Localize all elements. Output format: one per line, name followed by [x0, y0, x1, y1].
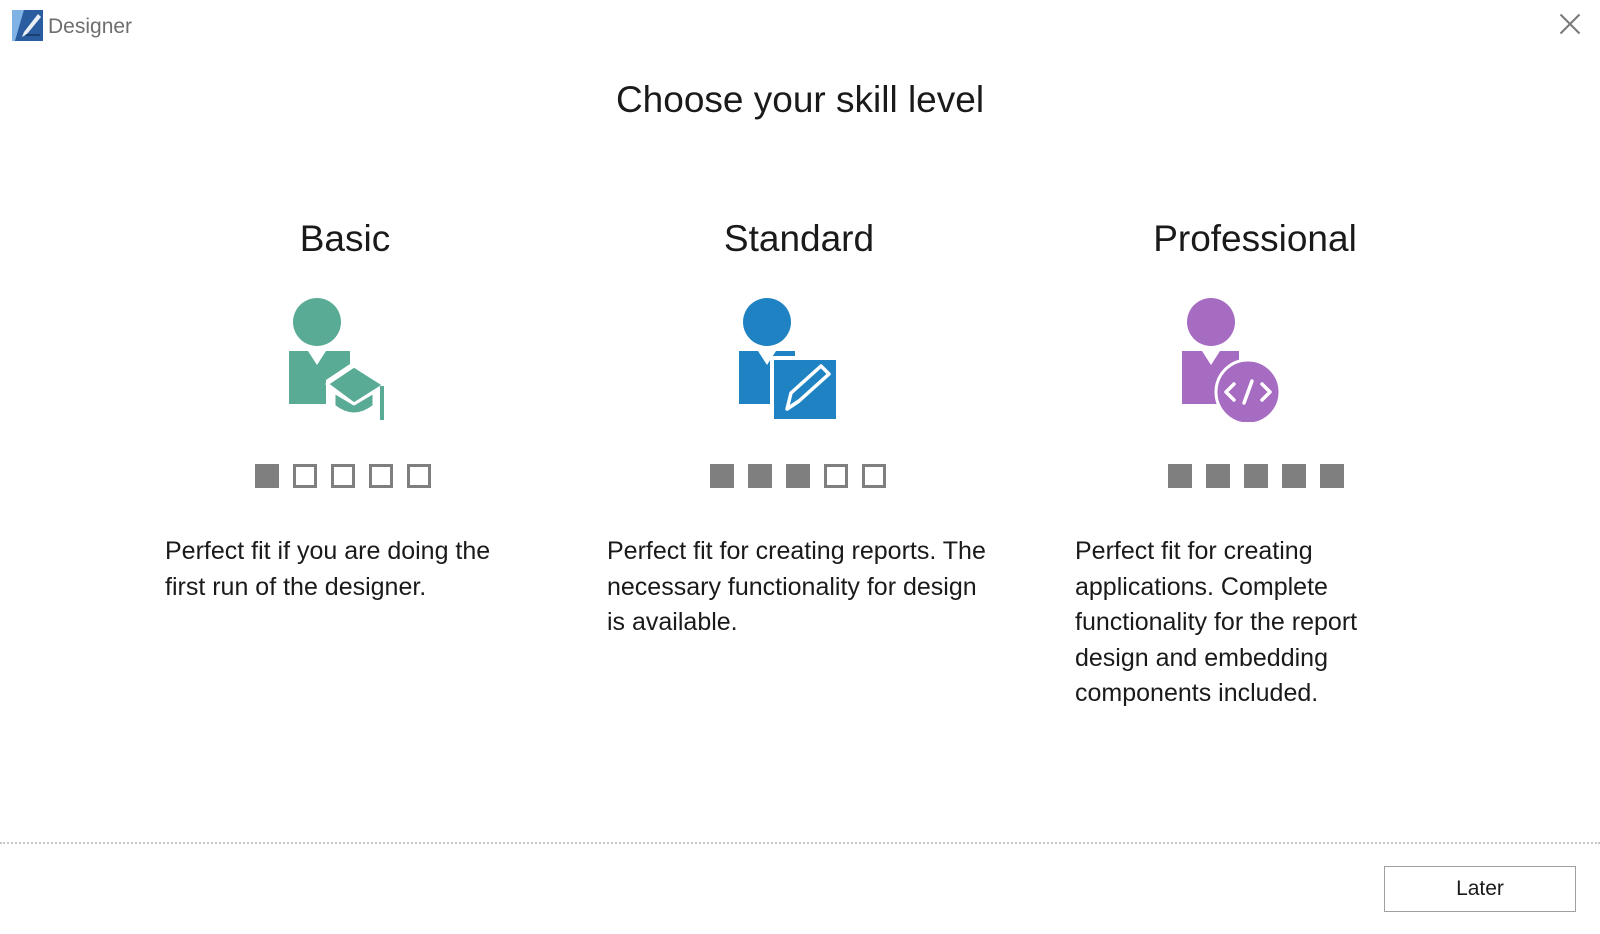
level-indicator: [710, 464, 886, 488]
skill-card-title: Basic: [299, 218, 391, 259]
close-icon: [1559, 13, 1581, 40]
page-title: Choose your skill level: [615, 79, 985, 120]
level-box: [1244, 464, 1268, 488]
level-box: [862, 464, 886, 488]
level-box: [407, 464, 431, 488]
level-box: [255, 464, 279, 488]
footer-divider: [0, 842, 1600, 844]
skill-card-description: Perfect fit for creating applications. C…: [1075, 537, 1358, 707]
level-box: [331, 464, 355, 488]
level-box: [824, 464, 848, 488]
level-box: [369, 464, 393, 488]
skill-card-description: Perfect fit for creating reports. The ne…: [607, 537, 986, 636]
graduation-cap-user-icon: [288, 298, 388, 422]
skill-card-professional[interactable]: Professional Perfect fit for creating ap…: [1045, 210, 1465, 750]
level-box: [1320, 464, 1344, 488]
skill-card-description: Perfect fit if you are doing the first r…: [165, 537, 491, 601]
level-box: [748, 464, 772, 488]
level-indicator: [255, 464, 431, 488]
close-button[interactable]: [1552, 8, 1588, 44]
level-box: [1168, 464, 1192, 488]
level-box: [786, 464, 810, 488]
skill-card-basic[interactable]: Basic Perfect fit if you are doing the f…: [135, 210, 555, 750]
level-box: [710, 464, 734, 488]
skill-card-standard[interactable]: Standard Perfect fit for creating report…: [589, 210, 1009, 750]
designer-logo-icon: [12, 10, 43, 41]
level-indicator: [1168, 464, 1344, 488]
edit-document-user-icon: [739, 298, 840, 423]
title-bar: Designer: [0, 0, 1600, 56]
level-box: [293, 464, 317, 488]
level-box: [1206, 464, 1230, 488]
later-button[interactable]: Later: [1384, 866, 1576, 912]
code-user-icon: [1181, 298, 1282, 426]
skill-level-window: Designer Choose your skill level Basic P…: [0, 0, 1600, 934]
skill-card-title: Standard: [723, 218, 875, 259]
window-title: Designer: [48, 15, 133, 38]
skill-card-title: Professional: [1153, 218, 1357, 259]
level-box: [1282, 464, 1306, 488]
